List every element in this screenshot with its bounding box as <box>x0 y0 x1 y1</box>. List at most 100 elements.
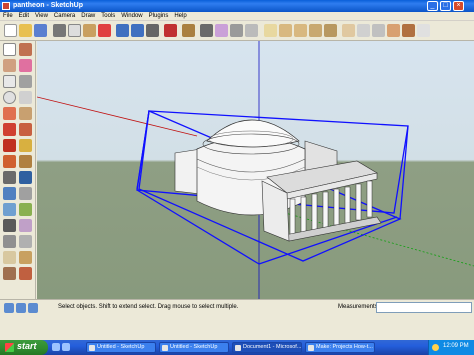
scale-icon[interactable] <box>3 155 16 168</box>
select-arrow-icon[interactable] <box>3 43 16 56</box>
close-button[interactable]: × <box>453 1 464 11</box>
hidden-line-icon[interactable] <box>372 24 385 37</box>
look-around-icon[interactable] <box>3 267 16 280</box>
polygon-icon[interactable] <box>3 107 16 120</box>
3d-text-icon[interactable] <box>19 203 32 216</box>
menu-bar: File Edit View Camera Draw Tools Window Plugins… <box>0 12 474 21</box>
xray-icon[interactable] <box>342 24 355 37</box>
cut-icon[interactable] <box>53 24 66 37</box>
windows-flag-icon <box>5 343 14 352</box>
main-toolbar <box>0 21 474 41</box>
dimension-icon[interactable] <box>19 171 32 184</box>
start-label: start <box>17 341 37 351</box>
menu-window[interactable]: Window <box>118 12 145 21</box>
menu-file[interactable]: File <box>0 12 16 21</box>
save-icon[interactable] <box>34 24 47 37</box>
circle-icon[interactable] <box>3 91 16 104</box>
shaded-textures-icon[interactable] <box>402 24 415 37</box>
rectangle-icon[interactable] <box>3 75 16 88</box>
zoom-window-icon[interactable] <box>19 235 32 248</box>
new-file-icon[interactable] <box>4 24 17 37</box>
menu-edit[interactable]: Edit <box>16 12 32 21</box>
protractor-icon[interactable] <box>3 187 16 200</box>
make-component-tool-icon[interactable] <box>19 43 32 56</box>
quick-launch <box>52 343 82 352</box>
paint-bucket-icon[interactable] <box>3 59 16 72</box>
zoom-extents-icon[interactable] <box>245 24 258 37</box>
red-axis <box>37 96 198 137</box>
portico-steps <box>284 216 382 242</box>
follow-me-icon[interactable] <box>19 139 32 152</box>
show-desktop-icon[interactable] <box>52 343 60 351</box>
credits-icon[interactable] <box>16 303 26 313</box>
taskbar-item-label: Make: Projects How-t... <box>316 344 373 350</box>
pan-tool-icon[interactable] <box>19 219 32 232</box>
help-icon[interactable] <box>28 303 38 313</box>
rotate-icon[interactable] <box>3 139 16 152</box>
menu-help[interactable]: Help <box>171 12 189 21</box>
status-hint: Select objects. Shift to extend select. … <box>58 304 239 310</box>
menu-draw[interactable]: Draw <box>78 12 98 21</box>
eraser-icon[interactable] <box>19 59 32 72</box>
menu-camera[interactable]: Camera <box>51 12 78 21</box>
text-icon[interactable] <box>19 187 32 200</box>
measurements-input[interactable] <box>376 302 472 313</box>
model-viewport[interactable] <box>37 41 474 299</box>
menu-tools[interactable]: Tools <box>98 12 118 21</box>
axes-icon[interactable] <box>3 203 16 216</box>
menu-plugins[interactable]: Plugins <box>146 12 172 21</box>
shaded-icon[interactable] <box>387 24 400 37</box>
position-camera-icon[interactable] <box>3 251 16 264</box>
arc-icon[interactable] <box>19 91 32 104</box>
sketchup-icon <box>89 345 95 351</box>
browser-launch-icon[interactable] <box>62 343 70 351</box>
maximize-button[interactable]: □ <box>440 1 451 11</box>
start-button[interactable]: start <box>0 340 48 355</box>
push-pull-icon[interactable] <box>19 123 32 136</box>
print-icon[interactable] <box>146 24 159 37</box>
walk-icon[interactable] <box>19 251 32 264</box>
copy-icon[interactable] <box>68 24 81 37</box>
line-icon[interactable] <box>19 75 32 88</box>
freehand-icon[interactable] <box>19 107 32 120</box>
iso-view-icon[interactable] <box>264 24 277 37</box>
taskbar-item[interactable]: Untitled - SketchUp <box>86 342 156 353</box>
taskbar-item[interactable]: Untitled - SketchUp <box>159 342 229 353</box>
redo-icon[interactable] <box>131 24 144 37</box>
back-view-icon[interactable] <box>324 24 337 37</box>
taskbar-item-label: Untitled - SketchUp <box>170 344 218 350</box>
window-background <box>0 315 474 340</box>
make-component-icon[interactable] <box>182 24 195 37</box>
taskbar-item[interactable]: Document1 - Microsof... <box>232 342 302 353</box>
pan-icon[interactable] <box>215 24 228 37</box>
title-bar: pantheon - SketchUp _ □ × <box>0 0 474 12</box>
menu-view[interactable]: View <box>32 12 51 21</box>
minimize-button[interactable]: _ <box>427 1 438 11</box>
pantheon-model[interactable] <box>174 119 382 242</box>
zoom-icon[interactable] <box>230 24 243 37</box>
tape-measure-icon[interactable] <box>3 171 16 184</box>
status-bar: Select objects. Shift to extend select. … <box>0 299 474 315</box>
erase-icon[interactable] <box>98 24 111 37</box>
taskbar-item-label: Untitled - SketchUp <box>97 344 145 350</box>
monochrome-icon[interactable] <box>417 24 430 37</box>
undo-icon[interactable] <box>116 24 129 37</box>
geo-location-icon[interactable] <box>4 303 14 313</box>
section-plane-icon[interactable] <box>19 267 32 280</box>
wireframe-icon[interactable] <box>357 24 370 37</box>
model-info-icon[interactable] <box>164 24 177 37</box>
right-view-icon[interactable] <box>309 24 322 37</box>
sketchup-icon <box>162 345 168 351</box>
taskbar-item[interactable]: Make: Projects How-t... <box>305 342 375 353</box>
tray-icon[interactable] <box>432 344 439 351</box>
orbit-tool-icon[interactable] <box>3 219 16 232</box>
paste-icon[interactable] <box>83 24 96 37</box>
front-view-icon[interactable] <box>294 24 307 37</box>
open-folder-icon[interactable] <box>19 24 32 37</box>
model-scene[interactable] <box>37 41 474 299</box>
zoom-tool-icon[interactable] <box>3 235 16 248</box>
top-view-icon[interactable] <box>279 24 292 37</box>
offset-icon[interactable] <box>19 155 32 168</box>
orbit-icon[interactable] <box>200 24 213 37</box>
move-icon[interactable] <box>3 123 16 136</box>
